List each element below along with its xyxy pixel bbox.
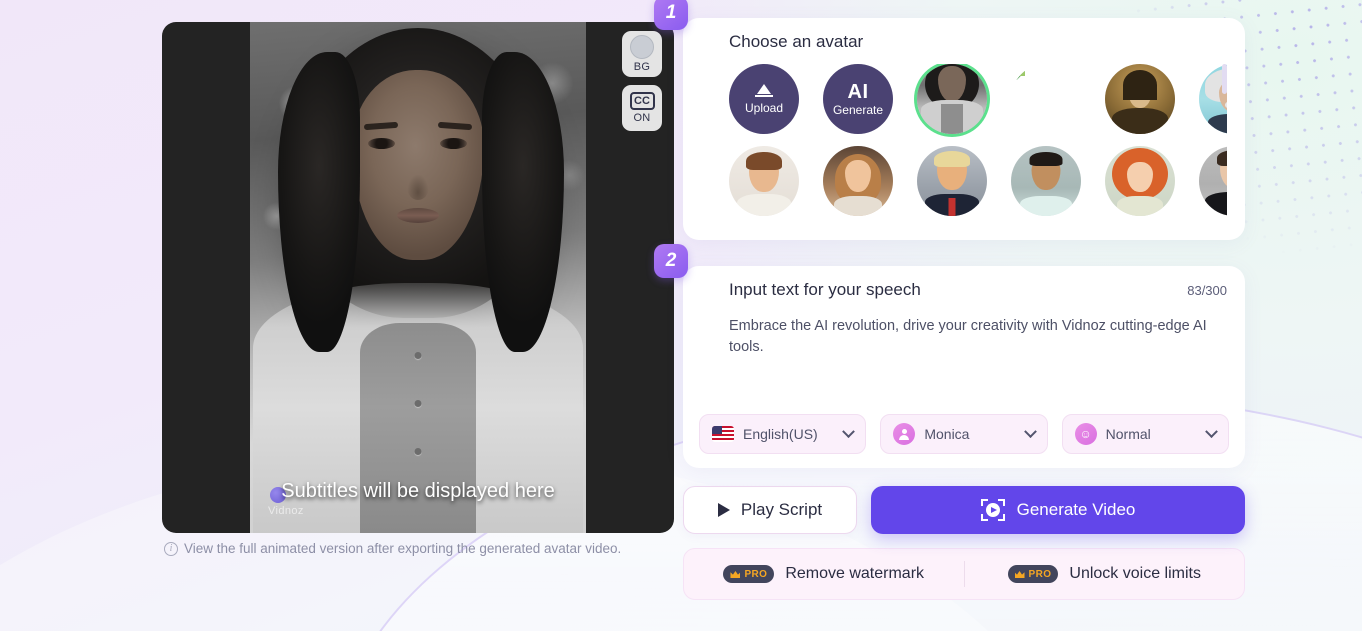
cc-state-label: ON	[633, 112, 651, 124]
chevron-down-icon	[842, 424, 856, 438]
voice-settings-row: English(US) Monica ☺ Normal	[699, 414, 1229, 454]
preview-note: i View the full animated version after e…	[164, 541, 621, 556]
video-player[interactable]: BG CC ON Subtitles will be displayed her…	[162, 22, 674, 533]
pro-badge: PRO	[1007, 565, 1059, 583]
background-toggle-button[interactable]: BG	[622, 31, 662, 77]
us-flag-icon	[712, 426, 734, 442]
avatar-option-cartoon-redhead[interactable]	[1105, 146, 1175, 216]
smiley-icon: ☺	[1074, 423, 1097, 445]
speech-text-card: 2 Input text for your speech 83/300 Embr…	[654, 244, 1245, 468]
generate-video-icon	[980, 499, 1005, 521]
avatar-scrollbar-thumb[interactable]	[1222, 64, 1227, 94]
speech-text-title: Input text for your speech	[729, 280, 921, 299]
avatar-scroll-region[interactable]: Upload AI Generate	[729, 64, 1227, 232]
voice-select[interactable]: Monica	[880, 414, 1048, 454]
portrait-button	[414, 448, 422, 455]
voice-select-value: Monica	[924, 426, 970, 442]
portrait-eye	[440, 138, 467, 149]
broken-image-icon	[1011, 64, 1081, 134]
pro-upsell-bar: PRO Remove watermark PRO Unlock voice li…	[683, 548, 1245, 600]
crown-icon	[1015, 570, 1025, 578]
avatar-option-cartoon-young-man[interactable]	[729, 146, 799, 216]
play-script-button[interactable]: Play Script	[683, 486, 857, 534]
bg-swatch-icon	[630, 35, 654, 59]
crown-icon	[730, 570, 740, 578]
pro-badge: PRO	[723, 565, 775, 583]
avatar-option-businesswoman-bw[interactable]	[917, 64, 987, 134]
portrait-button	[414, 400, 422, 407]
avatar-ai-generate-button[interactable]: AI Generate	[823, 64, 893, 134]
remove-watermark-item[interactable]: PRO Remove watermark	[684, 565, 964, 583]
language-select[interactable]: English(US)	[699, 414, 867, 454]
choose-avatar-card: 1 Choose an avatar Upload AI Generate	[654, 0, 1245, 240]
generate-video-button[interactable]: Generate Video	[871, 486, 1245, 534]
style-select[interactable]: ☺ Normal	[1061, 414, 1229, 454]
portrait-eye	[368, 138, 395, 149]
play-icon	[717, 503, 730, 517]
choose-avatar-title: Choose an avatar	[729, 32, 864, 51]
language-select-value: English(US)	[743, 426, 818, 442]
portrait-lips	[397, 208, 439, 223]
watermark-label: Vidnoz	[268, 505, 304, 517]
captions-toggle-button[interactable]: CC ON	[622, 85, 662, 131]
unlock-voice-limits-item[interactable]: PRO Unlock voice limits	[965, 565, 1245, 583]
unlock-voice-limits-label: Unlock voice limits	[1069, 565, 1201, 582]
action-buttons-row: Play Script Generate Video	[683, 486, 1245, 534]
avatar-option-mona-lisa[interactable]	[1105, 64, 1175, 134]
speech-text-header: Input text for your speech 83/300	[729, 280, 1227, 300]
portrait-hair-strand	[482, 52, 564, 352]
step-1-badge: 1	[654, 0, 688, 30]
video-frame	[250, 22, 586, 533]
play-script-label: Play Script	[740, 500, 823, 519]
portrait-nose	[407, 174, 429, 200]
upload-icon-bar	[755, 94, 773, 97]
character-counter: 83/300	[1187, 282, 1227, 298]
avatar-scrollbar[interactable]	[1222, 64, 1227, 226]
preview-note-text: View the full animated version after exp…	[184, 541, 622, 556]
step-2-badge: 2	[654, 244, 688, 278]
avatar-option-cartoon-woman[interactable]	[823, 146, 893, 216]
avatar-grid: Upload AI Generate	[729, 64, 1227, 216]
style-select-value: Normal	[1105, 426, 1151, 442]
avatar-thumbnail	[917, 64, 987, 134]
avatar-option-missing[interactable]	[1011, 64, 1081, 134]
avatar-option-ronaldo[interactable]	[1011, 146, 1081, 216]
avatar-upload-button[interactable]: Upload	[729, 64, 799, 134]
ai-label: AI	[847, 80, 869, 103]
video-overlay-controls: BG CC ON	[622, 31, 662, 131]
avatar-option-trump[interactable]	[917, 146, 987, 216]
bg-button-label: BG	[633, 61, 651, 73]
subtitle-text: Subtitles will be displayed here	[281, 480, 555, 502]
cc-icon: CC	[629, 92, 655, 110]
video-preview-panel: BG CC ON Subtitles will be displayed her…	[162, 22, 674, 533]
remove-watermark-label: Remove watermark	[785, 565, 925, 582]
chevron-down-icon	[1205, 424, 1218, 438]
avatar-portrait-image	[250, 22, 586, 533]
speech-textarea[interactable]: Embrace the AI revolution, drive your cr…	[729, 316, 1227, 358]
upload-icon	[757, 83, 771, 94]
pro-badge-label: PRO	[1028, 568, 1052, 580]
person-icon	[893, 423, 916, 445]
portrait-button	[414, 352, 422, 359]
generate-video-label: Generate Video	[1016, 500, 1136, 519]
avatar-upload-label: Upload	[744, 100, 784, 115]
ai-generate-label: Generate	[832, 102, 884, 117]
editor-column: 1 Choose an avatar Upload AI Generate 2 …	[654, 0, 1245, 600]
pro-badge-label: PRO	[744, 568, 768, 580]
info-icon: i	[164, 541, 178, 556]
chevron-down-icon	[1023, 424, 1037, 438]
